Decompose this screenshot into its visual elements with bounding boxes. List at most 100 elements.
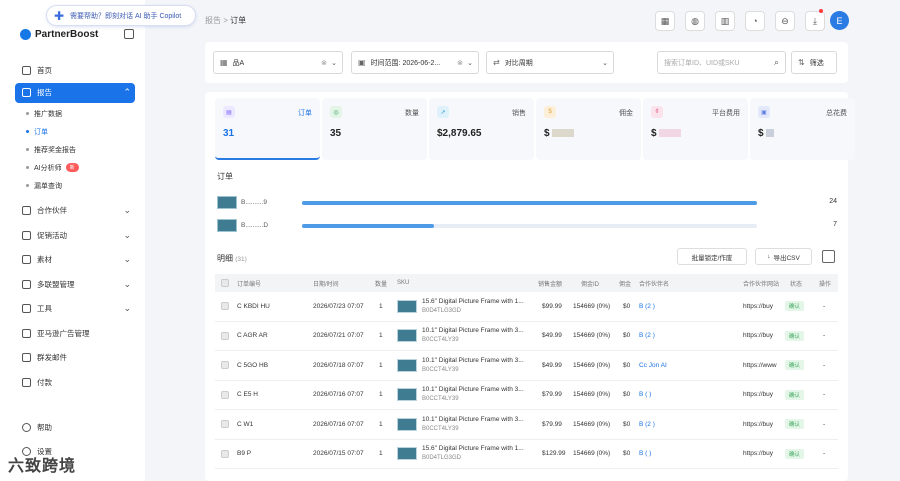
compare-period-select[interactable]: ⇄ 对比周期 ⌄ — [486, 51, 614, 74]
book-icon[interactable]: ▥ — [715, 11, 735, 31]
home-icon — [22, 65, 31, 75]
partner-name[interactable]: Cc Jon AI — [639, 351, 667, 380]
export-csv-button[interactable]: ↓ 导出CSV — [755, 248, 812, 265]
stat-total-spend[interactable]: ▣ 总花费 $ — [750, 98, 855, 160]
stat-platform-fee[interactable]: ¢ 平台费用 $ — [643, 98, 748, 160]
copilot-text: 需要帮助？即刻对话 AI 助手 Copilot — [70, 12, 182, 20]
table-row[interactable]: C 5GO HB 2026/07/18 07:07 1 10.1" Digita… — [215, 351, 838, 381]
sidebar-item-assets[interactable]: 素材 ⌄ — [0, 248, 145, 273]
filter-button[interactable]: ⇅ 筛选 — [791, 51, 837, 74]
sidebar-item-promotions[interactable]: 促销活动 ⌄ — [0, 223, 145, 248]
row-checkbox[interactable] — [221, 390, 229, 399]
stat-sales[interactable]: ↗ 销售 $2,879.65 — [429, 98, 534, 160]
partner-name[interactable]: B ( ) — [639, 381, 651, 410]
bar-fill — [302, 201, 757, 205]
sku-code: B0CCT4LY39 — [422, 337, 459, 344]
row-action[interactable]: - — [823, 440, 825, 469]
row-checkbox[interactable] — [221, 331, 229, 340]
sidebar-sub-missing-orders[interactable]: 漏单查询 — [0, 177, 145, 195]
qr-code-icon[interactable]: ▦ — [655, 11, 675, 31]
sidebar-item-payments[interactable]: 付款 — [0, 370, 145, 395]
stat-orders[interactable]: ▤ 订单 31 — [215, 98, 320, 160]
breadcrumb-parent[interactable]: 报告 — [205, 16, 221, 25]
stat-quantity[interactable]: ◎ 数量 35 — [322, 98, 427, 160]
support-icon[interactable]: ⊖ — [775, 11, 795, 31]
time-range-select[interactable]: ▣ 时间范围: 2026-06-2... ⊗ ⌄ — [351, 51, 479, 74]
sidebar-item-help[interactable]: 帮助 — [0, 415, 145, 440]
breadcrumb-separator: > — [223, 16, 228, 25]
collapse-sidebar-icon[interactable] — [124, 29, 134, 39]
bar-track — [302, 224, 757, 228]
row-action[interactable]: - — [823, 351, 825, 380]
main-panel: ▤ 订单 31 ◎ 数量 35 ↗ 销售 $2,879.65 $ 佣金 $ ¢ … — [205, 92, 855, 481]
row-checkbox[interactable] — [221, 449, 229, 458]
table-row[interactable]: B9 P 2026/07/15 07:07 1 15.6" Digital Pi… — [215, 440, 838, 469]
brand-logo[interactable]: PartnerBoost — [20, 29, 98, 40]
row-action[interactable]: - — [823, 410, 825, 439]
partner-name[interactable]: B (2 ) — [639, 410, 655, 439]
partner-site[interactable]: https://buy — [743, 381, 773, 410]
search-input[interactable]: 搜索订单ID、UID或SKU ⌕ — [657, 51, 786, 74]
table-row[interactable]: C KBDI HU 2026/07/23 07:07 1 15.6" Digit… — [215, 292, 838, 322]
row-action[interactable]: - — [823, 381, 825, 410]
sidebar-item-multi-network[interactable]: 多联盟管理 ⌄ — [0, 272, 145, 297]
order-id[interactable]: C 5GO HB — [237, 351, 268, 380]
order-id[interactable]: C AGR AR — [237, 322, 268, 351]
partner-site[interactable]: https://www — [743, 351, 777, 380]
col-actions: 操作 — [819, 281, 832, 288]
copilot-button[interactable]: ✚ 需要帮助？即刻对话 AI 助手 Copilot — [46, 5, 196, 26]
search-icon[interactable]: ⌕ — [774, 57, 779, 68]
sidebar-sub-referral-bonus[interactable]: 推荐奖金报告 — [0, 141, 145, 159]
sidebar-item-mass-email[interactable]: 群发邮件 — [0, 346, 145, 371]
stats-row: ▤ 订单 31 ◎ 数量 35 ↗ 销售 $2,879.65 $ 佣金 $ ¢ … — [215, 98, 857, 160]
bell-icon[interactable]: ◔ — [745, 11, 765, 31]
column-settings-icon[interactable] — [822, 250, 835, 263]
globe-icon[interactable]: ◍ — [685, 11, 705, 31]
sidebar-item-home[interactable]: 首页 — [0, 58, 145, 83]
report-icon — [22, 88, 31, 97]
table-row[interactable]: C E5 H 2026/07/16 07:07 1 10.1" Digital … — [215, 381, 838, 410]
sidebar-sub-ai-analyst[interactable]: AI分析师新 — [0, 159, 145, 177]
detail-title: 明细 (31) — [217, 254, 247, 263]
row-checkbox[interactable] — [221, 420, 229, 429]
partner-site[interactable]: https://buy — [743, 322, 773, 351]
row-action[interactable]: - — [823, 322, 825, 351]
partner-site[interactable]: https://buy — [743, 440, 773, 469]
sidebar-item-amazon-ads[interactable]: 亚马逊广告管理 — [0, 321, 145, 346]
partner-name[interactable]: B (2 ) — [639, 292, 655, 321]
download-icon[interactable]: ⤓ — [805, 11, 825, 31]
sidebar-item-tools[interactable]: 工具 ⌄ — [0, 297, 145, 322]
col-commission-id: 佣金ID — [581, 281, 600, 288]
sidebar-item-reports[interactable]: 报告 ⌃ — [15, 82, 135, 103]
table-row[interactable]: C W1 2026/07/16 07:07 1 10.1" Digital Pi… — [215, 410, 838, 440]
product-bar-row[interactable]: B..........9 24 — [217, 196, 837, 210]
clear-icon[interactable]: ⊗ — [321, 59, 327, 67]
batch-lock-button[interactable]: 批量锁定/作废 — [677, 248, 747, 265]
sidebar-sub-promo-data[interactable]: 推广数据 — [0, 105, 145, 123]
stat-commission[interactable]: $ 佣金 $ — [536, 98, 641, 160]
watermark: 六致跨境 — [8, 458, 77, 475]
order-id[interactable]: C KBDI HU — [237, 292, 270, 321]
product-select[interactable]: ▦ 品A ⊗ ⌄ — [213, 51, 343, 74]
breadcrumb-current: 订单 — [230, 16, 247, 25]
order-id[interactable]: C E5 H — [237, 381, 258, 410]
order-id[interactable]: B9 P — [237, 440, 251, 469]
partner-name[interactable]: B ( ) — [639, 440, 651, 469]
partner-site[interactable]: https://buy — [743, 410, 773, 439]
product-bar-row[interactable]: B..........D 7 — [217, 219, 837, 233]
sku-cell: 10.1" Digital Picture Frame with 3... B0C… — [397, 381, 524, 410]
sidebar-item-partners[interactable]: 合作伙伴 ⌄ — [0, 199, 145, 224]
sidebar-sub-orders[interactable]: 订单 — [0, 123, 145, 141]
select-all-checkbox[interactable] — [221, 279, 229, 287]
partner-name[interactable]: B (2 ) — [639, 322, 655, 351]
row-action[interactable]: - — [823, 292, 825, 321]
chevron-down-icon: ⌄ — [123, 278, 131, 289]
partner-site[interactable]: https://buy — [743, 292, 773, 321]
clear-icon[interactable]: ⊗ — [457, 59, 463, 67]
order-qty: 1 — [379, 391, 383, 399]
row-checkbox[interactable] — [221, 361, 229, 370]
avatar[interactable]: E — [830, 11, 849, 30]
table-row[interactable]: C AGR AR 2026/07/21 07:07 1 10.1" Digita… — [215, 322, 838, 351]
order-id[interactable]: C W1 — [237, 410, 253, 439]
row-checkbox[interactable] — [221, 302, 229, 311]
